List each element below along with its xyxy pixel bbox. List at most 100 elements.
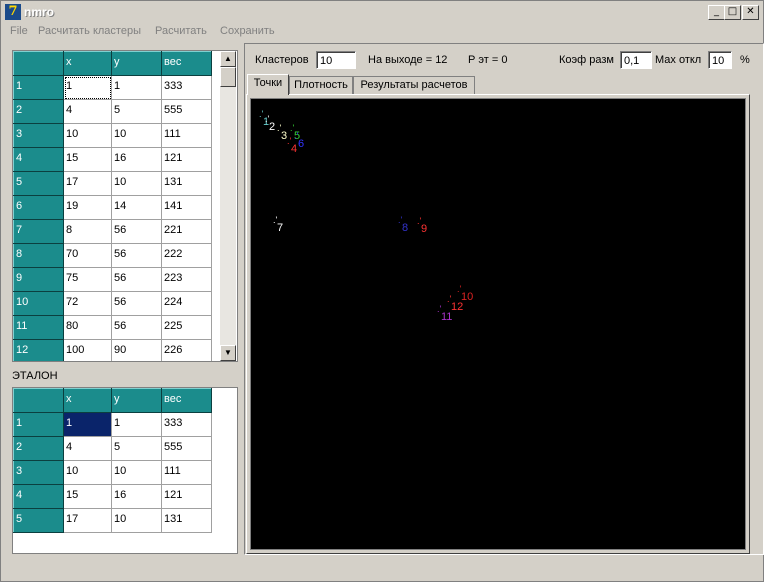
points-grid-cell[interactable]: 16 [111, 147, 162, 172]
etalon-grid-cell[interactable]: 555 [161, 436, 212, 461]
points-grid-header-3: вес [161, 51, 212, 76]
tab-points[interactable]: Точки [247, 74, 289, 95]
points-grid-cell[interactable]: 10 [111, 123, 162, 148]
points-grid-cell[interactable]: 56 [111, 219, 162, 244]
points-grid-cell[interactable]: 56 [111, 315, 162, 340]
points-grid-cell[interactable]: 56 [111, 291, 162, 316]
etalon-grid-cell[interactable]: 1 [63, 412, 112, 437]
points-grid-cell[interactable]: 17 [63, 171, 112, 196]
etalon-grid-cell[interactable]: 1 [111, 412, 162, 437]
points-grid-cell[interactable]: 221 [161, 219, 212, 244]
etalon-grid-cell[interactable]: 333 [161, 412, 212, 437]
points-grid-cell[interactable]: 111 [161, 123, 212, 148]
max-input[interactable]: 10 [708, 51, 732, 69]
etalon-grid-row-header: 4 [13, 484, 64, 509]
window-title: nmro [24, 5, 54, 19]
scroll-thumb[interactable] [220, 67, 236, 87]
etalon-grid-cell[interactable]: 10 [111, 460, 162, 485]
point-label: 4 [291, 143, 298, 155]
points-grid-cell[interactable]: 226 [161, 339, 212, 361]
points-grid-cell[interactable]: 56 [111, 243, 162, 268]
minimize-button[interactable]: _ [708, 5, 725, 20]
points-grid[interactable]: x y вес 1 1 1 333 2 4 5 555 3 10 10 111 4 15 16 121 5 17 10 13… [12, 50, 238, 362]
points-grid-cell[interactable]: 19 [63, 195, 112, 220]
menu-bar: File Расчитать кластеры Расчитать Сохран… [1, 23, 761, 41]
points-grid-row: 7 8 56 221 [13, 219, 212, 244]
etalon-grid-cell[interactable]: 121 [161, 484, 212, 509]
points-grid-cell[interactable]: 100 [63, 339, 112, 361]
etalon-grid-row: 2 4 5 555 [13, 436, 212, 461]
points-grid-cell[interactable]: 10 [63, 123, 112, 148]
points-grid-cell[interactable]: 1 [111, 75, 162, 100]
etalon-grid-cell[interactable]: 10 [63, 460, 112, 485]
points-grid-cell[interactable]: 555 [161, 99, 212, 124]
points-grid-row: 12 100 90 226 [13, 339, 212, 361]
points-grid-cell[interactable]: 56 [111, 267, 162, 292]
etalon-grid[interactable]: x y вес 1 1 1 333 2 4 5 555 3 10 10 111 4 15 16 121 5 17 10 13… [12, 387, 238, 554]
points-grid-row-header: 3 [13, 123, 64, 148]
points-grid-cell[interactable]: 224 [161, 291, 212, 316]
points-grid-row-header: 8 [13, 243, 64, 268]
points-grid-cell[interactable]: 121 [161, 147, 212, 172]
point-label: 11 [441, 311, 453, 323]
points-grid-cell[interactable]: 223 [161, 267, 212, 292]
points-grid-scrollbar[interactable]: ▲ ▼ [220, 51, 236, 361]
menu-file[interactable]: File [10, 25, 28, 37]
points-grid-cell[interactable]: 90 [111, 339, 162, 361]
scroll-up-icon[interactable]: ▲ [220, 51, 236, 67]
points-canvas[interactable]: .' 1 .' 2 .' 3 .' 4 .' 5 .' 6 .' 7 .' 8 .' 9 .' 10 .' 11 .' 12 [250, 98, 746, 550]
points-grid-row-header: 1 [13, 75, 64, 100]
points-grid-row-header: 5 [13, 171, 64, 196]
close-button[interactable]: ✕ [742, 5, 759, 20]
etalon-grid-cell[interactable]: 10 [111, 508, 162, 533]
etalon-grid-cell[interactable]: 131 [161, 508, 212, 533]
points-grid-row: 5 17 10 131 [13, 171, 212, 196]
points-grid-cell[interactable]: 15 [63, 147, 112, 172]
points-grid-row-header: 12 [13, 339, 64, 361]
points-grid-cell[interactable]: 1 [63, 75, 112, 100]
etalon-grid-cell[interactable]: 16 [111, 484, 162, 509]
menu-calc-clusters[interactable]: Расчитать кластеры [38, 25, 141, 37]
etalon-grid-row: 5 17 10 131 [13, 508, 212, 533]
points-grid-cell[interactable]: 80 [63, 315, 112, 340]
tab-density[interactable]: Плотность [289, 76, 353, 94]
output-label: На выходе = 12 [368, 54, 448, 66]
etalon-grid-cell[interactable]: 17 [63, 508, 112, 533]
points-grid-cell[interactable]: 14 [111, 195, 162, 220]
point-label: 8 [402, 222, 409, 234]
tab-results[interactable]: Результаты расчетов [353, 76, 475, 94]
points-grid-row: 10 72 56 224 [13, 291, 212, 316]
points-grid-cell[interactable]: 131 [161, 171, 212, 196]
scroll-down-icon[interactable]: ▼ [220, 345, 236, 361]
points-grid-cell[interactable]: 333 [161, 75, 212, 100]
menu-save[interactable]: Сохранить [220, 25, 275, 37]
etalon-grid-row-header: 1 [13, 412, 64, 437]
points-grid-cell[interactable]: 5 [111, 99, 162, 124]
etalon-grid-row-header: 3 [13, 460, 64, 485]
points-grid-cell[interactable]: 4 [63, 99, 112, 124]
points-grid-cell[interactable]: 8 [63, 219, 112, 244]
points-grid-row: 11 80 56 225 [13, 315, 212, 340]
etalon-grid-header-0 [13, 388, 64, 413]
points-grid-cell[interactable]: 10 [111, 171, 162, 196]
coef-input[interactable]: 0,1 [620, 51, 652, 69]
etalon-grid-cell[interactable]: 5 [111, 436, 162, 461]
points-grid-row: 2 4 5 555 [13, 99, 212, 124]
clusters-input[interactable]: 10 [316, 51, 356, 69]
points-grid-cell[interactable]: 72 [63, 291, 112, 316]
points-grid-cell[interactable]: 75 [63, 267, 112, 292]
etalon-grid-cell[interactable]: 4 [63, 436, 112, 461]
etalon-grid-cell[interactable]: 111 [161, 460, 212, 485]
point-label: 2 [269, 121, 276, 133]
points-grid-cell[interactable]: 141 [161, 195, 212, 220]
points-grid-cell[interactable]: 222 [161, 243, 212, 268]
point-label: 7 [277, 222, 284, 234]
maximize-button[interactable]: □ [724, 5, 741, 20]
points-grid-cell[interactable]: 70 [63, 243, 112, 268]
etalon-grid-cell[interactable]: 15 [63, 484, 112, 509]
points-grid-header-1: x [63, 51, 112, 76]
ret-label: Р эт = 0 [468, 54, 508, 66]
etalon-grid-row: 3 10 10 111 [13, 460, 212, 485]
menu-calc[interactable]: Расчитать [155, 25, 207, 37]
points-grid-cell[interactable]: 225 [161, 315, 212, 340]
